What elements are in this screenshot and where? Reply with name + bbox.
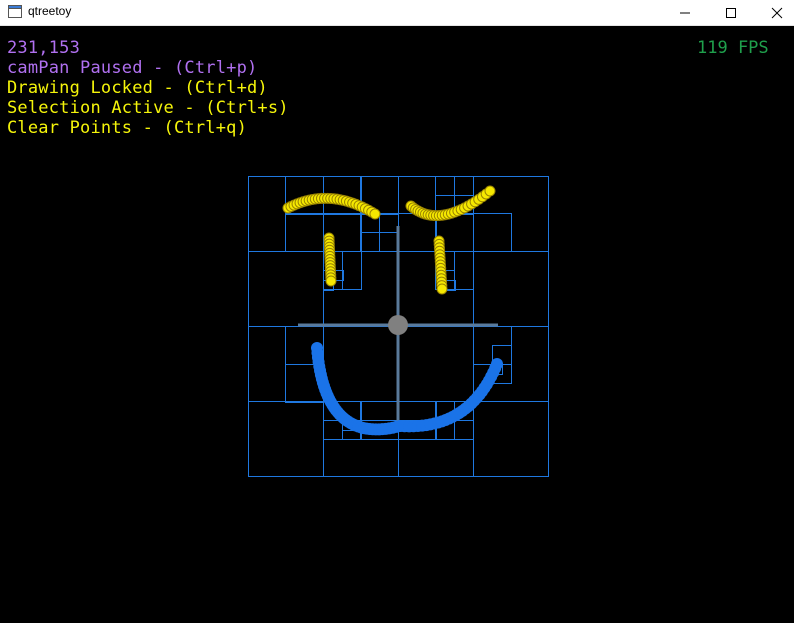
quadtree-cell [473, 251, 549, 327]
minimize-button[interactable] [662, 0, 708, 25]
drawing-status: Drawing Locked - (Ctrl+d) [7, 78, 268, 98]
quadtree-cell [248, 401, 324, 477]
selected-point-set [282, 185, 496, 295]
selected-point [484, 185, 496, 197]
quadtree-canvas[interactable]: 231,153 camPan Paused - (Ctrl+p) Drawing… [0, 26, 794, 623]
quadtree-cell [323, 420, 343, 440]
quadtree-cell [435, 176, 455, 196]
quadtree-cell [473, 401, 549, 477]
quadtree-cell [285, 213, 324, 252]
camera-center-dot [388, 315, 408, 335]
cursor-coordinates: 231,153 [7, 38, 81, 58]
app-window-icon [8, 5, 22, 18]
quadtree-cell [360, 232, 380, 252]
window-title: qtreetoy [28, 4, 72, 18]
selected-point [325, 275, 337, 287]
quadtree-cell [379, 213, 399, 233]
quadtree-cell [454, 420, 474, 440]
selection-status: Selection Active - (Ctrl+s) [7, 98, 289, 118]
point-set [311, 342, 503, 436]
close-button[interactable] [754, 0, 794, 25]
quadtree-cell [248, 251, 324, 327]
hud-panel: 231,153 camPan Paused - (Ctrl+p) Drawing… [7, 38, 289, 138]
quadtree-cell [323, 326, 399, 402]
clear-points-hint: Clear Points - (Ctrl+q) [7, 118, 248, 138]
minimize-icon [680, 12, 690, 13]
fps-counter: 119 FPS [697, 38, 769, 58]
campan-status: camPan Paused - (Ctrl+p) [7, 58, 258, 78]
quadtree-cell [454, 176, 474, 196]
close-icon [771, 7, 783, 18]
maximize-button[interactable] [708, 0, 754, 25]
point [491, 358, 503, 370]
title-bar[interactable]: qtreetoy [0, 0, 794, 26]
maximize-icon [726, 7, 736, 18]
app-window: qtreetoy 231,153 camPan Paused - (Ctrl+p… [0, 0, 794, 623]
selected-point [369, 208, 381, 220]
quadtree-cell [473, 213, 512, 252]
selected-point [436, 283, 448, 295]
quadtree-cell [398, 326, 474, 402]
